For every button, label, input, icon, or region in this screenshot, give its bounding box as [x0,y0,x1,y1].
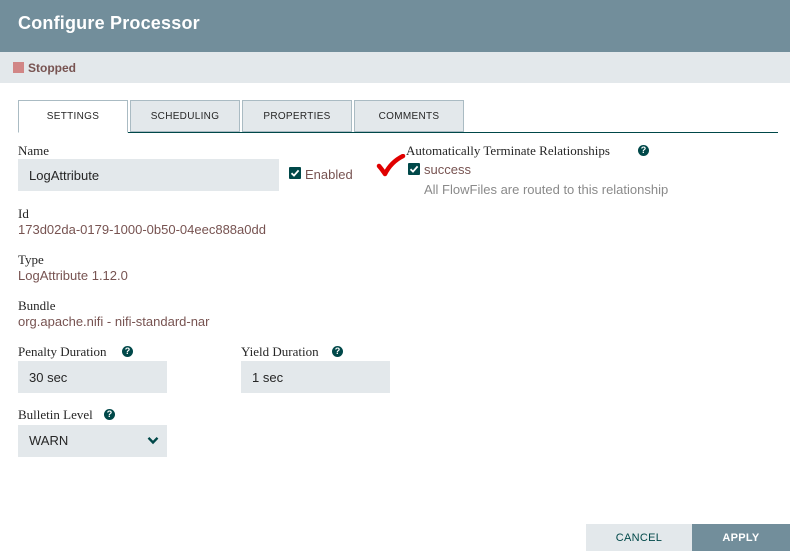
relationship-name: success [424,162,471,177]
question-circle-icon[interactable]: ? [104,409,115,420]
question-circle-icon[interactable]: ? [638,145,649,156]
bundle-label: Bundle [18,298,56,313]
tab-comments[interactable]: COMMENTS [354,100,464,132]
bulletin-level-select[interactable]: WARN [18,425,167,457]
yield-duration-label: Yield Duration [241,344,319,359]
status-bar [0,52,790,83]
name-field[interactable] [18,159,279,191]
id-label: Id [18,206,29,221]
type-value: LogAttribute 1.12.0 [18,268,128,283]
stopped-square-icon [13,62,24,73]
penalty-duration-field[interactable] [18,361,167,393]
penalty-duration-label: Penalty Duration [18,344,107,359]
tab-scheduling[interactable]: SCHEDULING [130,100,240,132]
question-circle-icon[interactable]: ? [332,346,343,357]
id-value: 173d02da-0179-1000-0b50-04eec888a0dd [18,222,266,237]
chevron-down-icon [147,436,159,445]
check-icon [290,169,300,177]
yield-duration-field[interactable] [241,361,390,393]
enabled-label: Enabled [305,167,353,182]
red-checkmark-annotation-icon [376,154,406,177]
tab-properties[interactable]: PROPERTIES [242,100,352,132]
enabled-checkbox[interactable] [289,167,301,179]
apply-button[interactable]: APPLY [692,524,790,551]
auto-terminate-header: Automatically Terminate Relationships [406,143,610,158]
bulletin-level-value: WARN [29,433,69,448]
dialog-title: Configure Processor [18,13,200,33]
question-circle-icon[interactable]: ? [122,346,133,357]
check-icon [409,165,419,173]
bundle-value: org.apache.nifi - nifi-standard-nar [18,314,210,329]
tab-underline [18,132,778,133]
cancel-button[interactable]: CANCEL [586,524,692,551]
type-label: Type [18,252,44,267]
processor-status: Stopped [28,61,76,75]
name-label: Name [18,143,50,158]
success-relationship-checkbox[interactable] [408,163,420,175]
dialog-header: Configure Processor [0,0,790,52]
relationship-description: All FlowFiles are routed to this relatio… [424,182,669,197]
bulletin-level-label: Bulletin Level [18,407,93,422]
tab-settings[interactable]: SETTINGS [18,100,128,133]
